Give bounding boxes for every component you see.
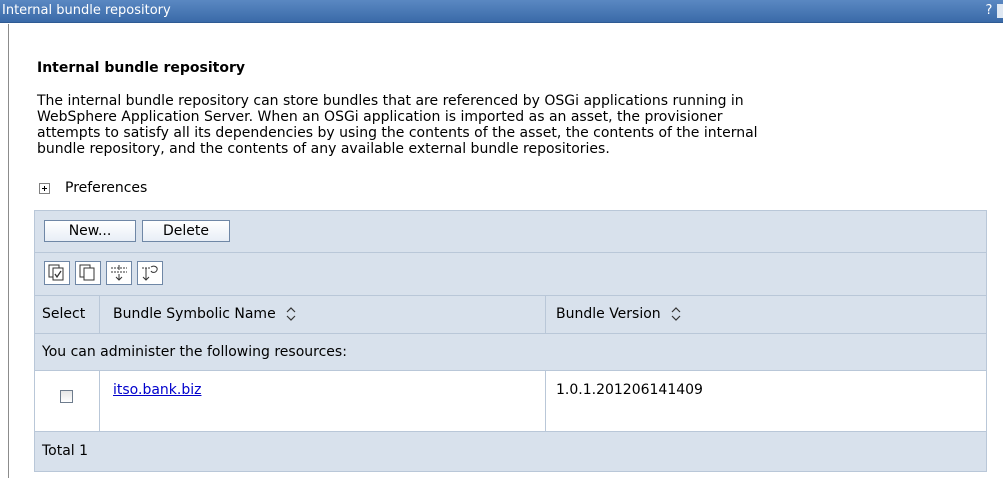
sort-icon[interactable] xyxy=(671,307,681,321)
column-header-version[interactable]: Bundle Version xyxy=(556,295,681,333)
bundle-collection-table: New... Delete Select Bundle Symbolic Nam… xyxy=(34,210,987,472)
column-divider xyxy=(545,371,546,431)
expand-plus-icon[interactable] xyxy=(39,182,50,194)
button-toolbar: New... Delete xyxy=(35,211,986,253)
column-header-version-label[interactable]: Bundle Version xyxy=(556,306,661,322)
preferences-toggle[interactable]: Preferences xyxy=(39,180,147,196)
total-count: Total 1 xyxy=(42,443,89,459)
show-filter-icon[interactable] xyxy=(106,261,132,285)
description-line: attempts to satisfy all its dependencies… xyxy=(37,125,758,141)
table-total-row: Total 1 xyxy=(35,432,986,471)
preferences-label[interactable]: Preferences xyxy=(65,180,147,196)
page-description: The internal bundle repository can store… xyxy=(37,93,987,157)
window-titlebar: Internal bundle repository ? xyxy=(0,0,1003,23)
row-select-checkbox[interactable] xyxy=(60,390,73,403)
bundle-name-link[interactable]: itso.bank.biz xyxy=(113,382,201,398)
column-header-name-label[interactable]: Bundle Symbolic Name xyxy=(113,306,276,322)
bundle-version: 1.0.1.201206141409 xyxy=(556,382,703,398)
select-all-icon[interactable] xyxy=(44,261,70,285)
new-button[interactable]: New... xyxy=(44,220,136,242)
table-message-row: You can administer the following resourc… xyxy=(35,334,986,371)
minimize-button[interactable] xyxy=(997,4,1003,18)
help-button[interactable]: ? xyxy=(983,0,995,22)
delete-button[interactable]: Delete xyxy=(142,220,230,242)
table-row: itso.bank.biz 1.0.1.201206141409 xyxy=(35,371,986,432)
column-divider xyxy=(99,371,100,431)
description-line: The internal bundle repository can store… xyxy=(37,93,744,109)
sort-icon[interactable] xyxy=(286,307,296,321)
icon-toolbar xyxy=(35,253,986,296)
column-header-select: Select xyxy=(42,306,86,322)
deselect-all-icon[interactable] xyxy=(75,261,101,285)
description-line: bundle repository, and the contents of a… xyxy=(37,141,610,157)
left-border xyxy=(8,24,9,478)
table-message: You can administer the following resourc… xyxy=(42,344,347,360)
table-header-row: Select Bundle Symbolic Name Bundle Versi… xyxy=(35,295,986,334)
window-title: Internal bundle repository xyxy=(2,3,171,18)
description-line: WebSphere Application Server. When an OS… xyxy=(37,109,723,125)
column-header-name[interactable]: Bundle Symbolic Name xyxy=(113,295,296,333)
clear-filter-icon[interactable] xyxy=(137,261,163,285)
column-divider xyxy=(545,295,546,333)
page-heading: Internal bundle repository xyxy=(37,60,246,76)
column-divider xyxy=(99,295,100,333)
